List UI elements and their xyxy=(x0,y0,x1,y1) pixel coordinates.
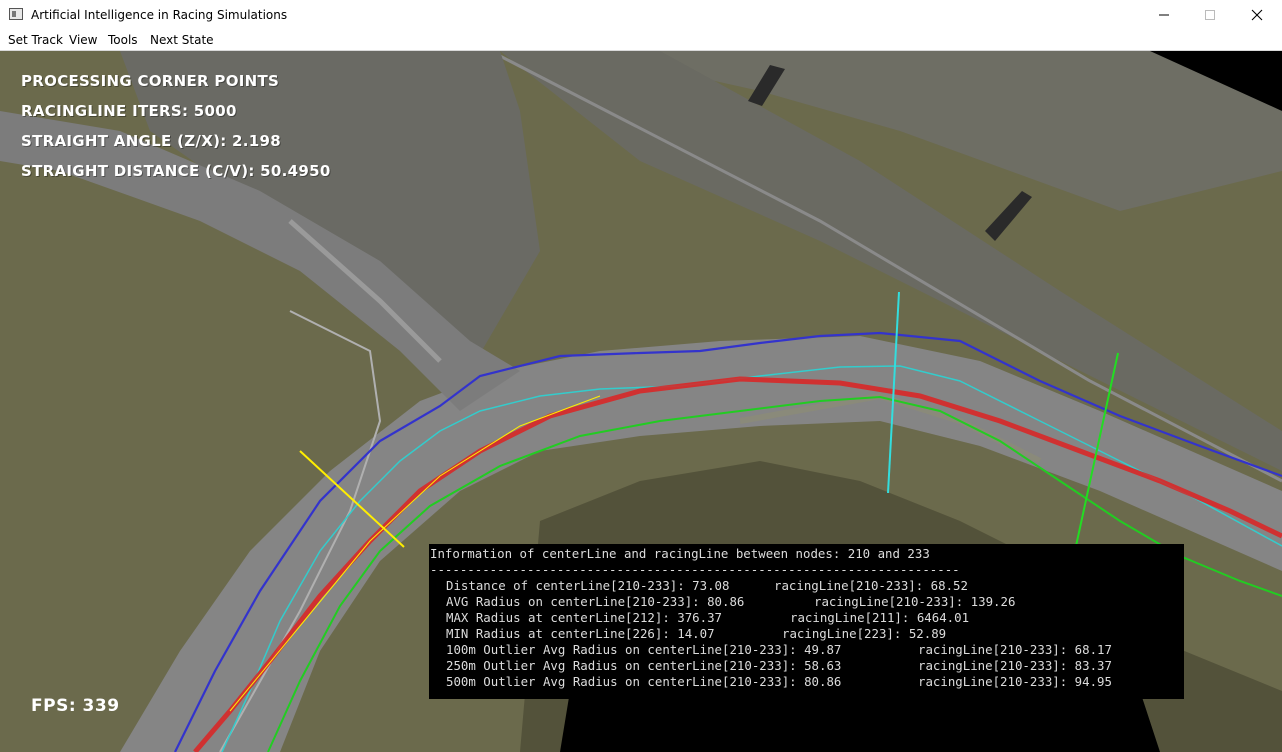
fps-counter: FPS: 339 xyxy=(31,696,120,716)
info-max-center: MAX Radius at centerLine[212]: 376.37 xyxy=(446,610,723,625)
close-button[interactable] xyxy=(1234,0,1280,30)
app-icon xyxy=(9,8,23,20)
menu-bar: Set Track View Tools Next State xyxy=(0,31,1282,51)
info-min-center: MIN Radius at centerLine[226]: 14.07 xyxy=(446,626,715,641)
window-title: Artificial Intelligence in Racing Simula… xyxy=(31,8,288,22)
info-out100-center: 100m Outlier Avg Radius on centerLine[21… xyxy=(446,642,842,657)
minimize-icon xyxy=(1159,14,1169,16)
info-avg-racing: racingLine[210-233]: 139.26 xyxy=(814,594,1016,609)
menu-set-track[interactable]: Set Track xyxy=(8,33,63,47)
info-separator: ----------------------------------------… xyxy=(430,562,960,577)
info-out100-racing: racingLine[210-233]: 68.17 xyxy=(918,642,1112,657)
app-window: Artificial Intelligence in Racing Simula… xyxy=(0,0,1282,752)
info-out250-racing: racingLine[210-233]: 83.37 xyxy=(918,658,1112,673)
title-bar: Artificial Intelligence in Racing Simula… xyxy=(0,0,1282,31)
menu-view[interactable]: View xyxy=(69,33,97,47)
info-out500-racing: racingLine[210-233]: 94.95 xyxy=(918,674,1112,689)
simulation-viewport[interactable]: PROCESSING CORNER POINTS RACINGLINE ITER… xyxy=(0,51,1282,752)
info-header: Information of centerLine and racingLine… xyxy=(430,546,930,561)
maximize-button[interactable] xyxy=(1187,0,1233,30)
minimize-button[interactable] xyxy=(1141,0,1187,30)
info-distance-center: Distance of centerLine[210-233]: 73.08 xyxy=(446,578,730,593)
close-icon xyxy=(1251,9,1263,21)
dark-region xyxy=(560,691,1160,752)
hud-racingline-iters: RACINGLINE ITERS: 5000 xyxy=(21,102,237,120)
hud-straight-distance: STRAIGHT DISTANCE (C/V): 50.4950 xyxy=(21,162,331,180)
menu-tools[interactable]: Tools xyxy=(108,33,138,47)
hud-straight-angle: STRAIGHT ANGLE (Z/X): 2.198 xyxy=(21,132,281,150)
info-avg-center: AVG Radius on centerLine[210-233]: 80.86 xyxy=(446,594,745,609)
info-distance-racing: racingLine[210-233]: 68.52 xyxy=(774,578,968,593)
hud-status: PROCESSING CORNER POINTS xyxy=(21,72,280,90)
menu-next-state[interactable]: Next State xyxy=(150,33,214,47)
info-out250-center: 250m Outlier Avg Radius on centerLine[21… xyxy=(446,658,842,673)
info-min-racing: racingLine[223]: 52.89 xyxy=(782,626,947,641)
info-max-racing: racingLine[211]: 6464.01 xyxy=(790,610,970,625)
info-panel: Information of centerLine and racingLine… xyxy=(429,544,1184,699)
maximize-icon xyxy=(1205,10,1215,20)
info-out500-center: 500m Outlier Avg Radius on centerLine[21… xyxy=(446,674,842,689)
